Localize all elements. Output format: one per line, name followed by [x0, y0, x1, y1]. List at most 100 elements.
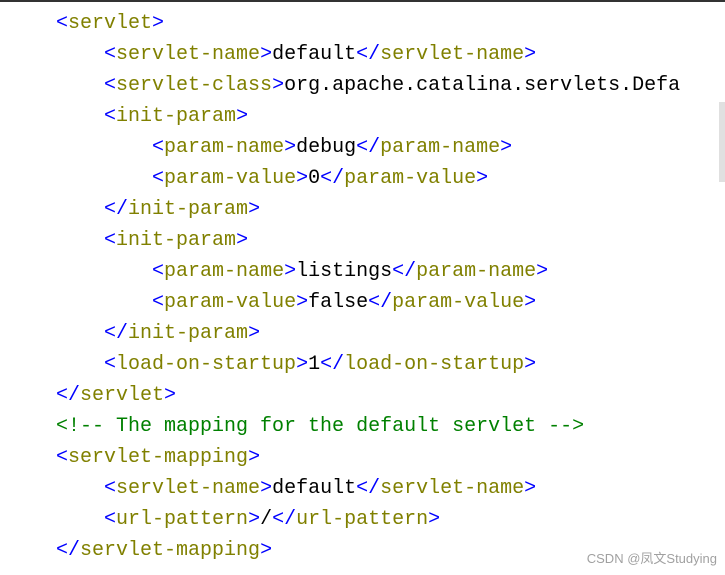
xml-bracket: >	[536, 260, 548, 283]
xml-text: org.apache.catalina.servlets.Defa	[284, 74, 680, 97]
xml-tag: servlet-name	[380, 43, 524, 66]
xml-bracket: >	[296, 291, 308, 314]
xml-text: /	[260, 508, 272, 531]
xml-tag: servlet	[68, 12, 152, 35]
code-line: <param-value>false</param-value>	[8, 287, 721, 318]
code-line: <servlet>	[8, 8, 721, 39]
xml-bracket: >	[284, 260, 296, 283]
xml-bracket: >	[524, 477, 536, 500]
xml-tag: servlet-name	[380, 477, 524, 500]
xml-tag: param-name	[380, 136, 500, 159]
xml-bracket: </	[56, 384, 80, 407]
xml-bracket: </	[104, 322, 128, 345]
xml-bracket: </	[356, 136, 380, 159]
code-line: <param-value>0</param-value>	[8, 163, 721, 194]
xml-tag: servlet-class	[116, 74, 272, 97]
xml-bracket: >	[296, 353, 308, 376]
xml-bracket: </	[356, 477, 380, 500]
xml-bracket: <	[56, 446, 68, 469]
xml-bracket: </	[272, 508, 296, 531]
xml-bracket: <	[56, 12, 68, 35]
xml-text: 1	[308, 353, 320, 376]
xml-tag: servlet-name	[116, 477, 260, 500]
xml-bracket: </	[56, 539, 80, 562]
xml-tag: param-value	[164, 167, 296, 190]
xml-bracket: >	[248, 508, 260, 531]
xml-bracket: <	[104, 74, 116, 97]
code-line: </servlet>	[8, 380, 721, 411]
xml-bracket: >	[524, 291, 536, 314]
code-line: <init-param>	[8, 101, 721, 132]
xml-bracket: >	[164, 384, 176, 407]
xml-bracket: >	[248, 446, 260, 469]
code-line: <!-- The mapping for the default servlet…	[8, 411, 721, 442]
xml-tag: url-pattern	[116, 508, 248, 531]
xml-bracket: <	[104, 43, 116, 66]
xml-tag: servlet	[80, 384, 164, 407]
xml-text: listings	[296, 260, 392, 283]
xml-bracket: <	[152, 291, 164, 314]
xml-tag: load-on-startup	[116, 353, 296, 376]
xml-tag: url-pattern	[296, 508, 428, 531]
xml-bracket: >	[524, 43, 536, 66]
xml-tag: servlet-mapping	[80, 539, 260, 562]
xml-bracket: <	[104, 508, 116, 531]
xml-bracket: </	[368, 291, 392, 314]
scroll-indicator	[719, 102, 725, 182]
code-line: <param-name>listings</param-name>	[8, 256, 721, 287]
xml-bracket: <	[152, 167, 164, 190]
xml-bracket: >	[524, 353, 536, 376]
xml-bracket: >	[152, 12, 164, 35]
xml-bracket: </	[392, 260, 416, 283]
code-line: <servlet-mapping>	[8, 442, 721, 473]
xml-bracket: <	[152, 260, 164, 283]
xml-bracket: >	[236, 229, 248, 252]
xml-tag: param-value	[392, 291, 524, 314]
code-line: <servlet-name>default</servlet-name>	[8, 39, 721, 70]
xml-tag: param-name	[416, 260, 536, 283]
xml-bracket: <	[104, 477, 116, 500]
xml-tag: load-on-startup	[344, 353, 524, 376]
xml-bracket: >	[284, 136, 296, 159]
xml-bracket: </	[320, 167, 344, 190]
xml-bracket: >	[260, 477, 272, 500]
code-line: <param-name>debug</param-name>	[8, 132, 721, 163]
xml-bracket: >	[500, 136, 512, 159]
xml-bracket: >	[296, 167, 308, 190]
xml-tag: param-value	[164, 291, 296, 314]
xml-tag: servlet-mapping	[68, 446, 248, 469]
xml-tag: servlet-name	[116, 43, 260, 66]
xml-bracket: <	[104, 229, 116, 252]
xml-bracket: <	[104, 353, 116, 376]
xml-bracket: >	[260, 43, 272, 66]
xml-text: 0	[308, 167, 320, 190]
xml-bracket: </	[104, 198, 128, 221]
xml-tag: param-name	[164, 260, 284, 283]
xml-tag: init-param	[116, 105, 236, 128]
xml-bracket: <	[104, 105, 116, 128]
xml-bracket: >	[260, 539, 272, 562]
xml-tag: init-param	[128, 322, 248, 345]
xml-text: false	[308, 291, 368, 314]
xml-tag: init-param	[116, 229, 236, 252]
watermark-text: CSDN @凤文Studying	[587, 549, 717, 569]
xml-code-block: <servlet> <servlet-name>default</servlet…	[0, 2, 725, 572]
xml-comment: <!-- The mapping for the default servlet…	[56, 415, 584, 438]
xml-bracket: </	[356, 43, 380, 66]
code-line: </init-param>	[8, 318, 721, 349]
xml-bracket: >	[428, 508, 440, 531]
code-line: <servlet-name>default</servlet-name>	[8, 473, 721, 504]
xml-bracket: >	[236, 105, 248, 128]
xml-bracket: >	[248, 322, 260, 345]
code-line: <init-param>	[8, 225, 721, 256]
xml-text: default	[272, 43, 356, 66]
xml-tag: param-value	[344, 167, 476, 190]
xml-text: debug	[296, 136, 356, 159]
xml-bracket: </	[320, 353, 344, 376]
xml-tag: init-param	[128, 198, 248, 221]
xml-text: default	[272, 477, 356, 500]
xml-tag: param-name	[164, 136, 284, 159]
xml-bracket: >	[272, 74, 284, 97]
code-line: <servlet-class>org.apache.catalina.servl…	[8, 70, 721, 101]
code-line: </init-param>	[8, 194, 721, 225]
